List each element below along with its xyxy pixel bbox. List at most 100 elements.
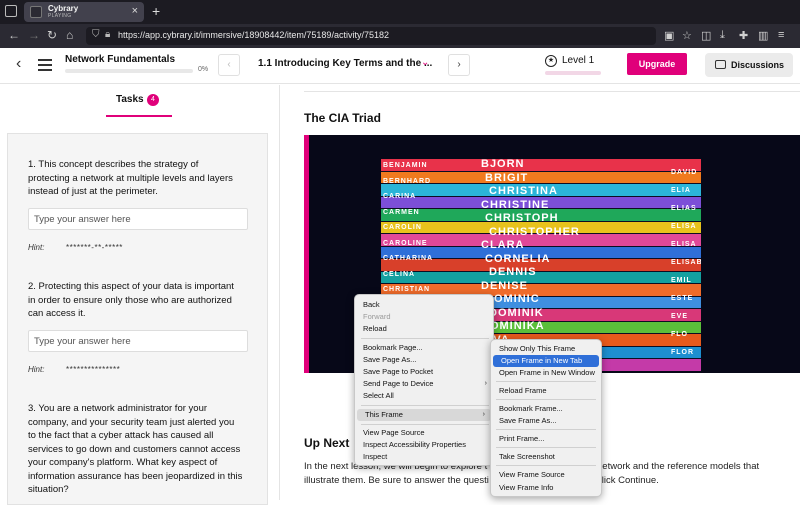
context-menu-item[interactable]: Save Page As... [355,354,493,366]
back-arrow-icon[interactable]: ← [8,28,20,42]
ribbon-name: DOMINIK [489,306,544,319]
context-menu-item[interactable]: View Page Source [355,427,493,439]
tab-tasks[interactable]: Tasks 4 [106,85,172,117]
context-menu-item[interactable]: Back [355,299,493,311]
context-menu: Back Forward Reload Bookmark Page... Save Pa… [354,294,494,466]
menu-icon[interactable]: ≡ [778,29,784,41]
context-menu-item[interactable]: Save Page to Pocket [355,366,493,378]
ribbon-name: CAROLIN [383,224,422,231]
frame-submenu-item[interactable]: Show Only This Frame [491,343,601,355]
frame-submenu-item[interactable]: View Frame Source [491,469,601,481]
chevron-left-icon[interactable]: ‹ [16,55,21,73]
ribbon-band [381,271,701,283]
hamburger-menu-icon[interactable] [38,59,52,71]
forward-arrow-icon[interactable]: → [28,28,40,42]
url-bar[interactable]: ⛉ 🔒︎ https://app.cybrary.it/immersive/18… [86,27,656,45]
menu-separator [496,399,596,400]
up-next-text-line-1b: network and the reference models that [597,461,760,472]
ribbon-name: BERNHARD [383,177,432,185]
sidebar-icon[interactable]: ▥ [758,29,768,42]
context-menu-item[interactable]: Forward [355,311,493,323]
frame-submenu-item[interactable]: Reload Frame [491,385,601,397]
level-label: Level 1 [562,55,595,66]
ribbon-name: ELISA [671,241,697,248]
ribbon-name: CORNELIA [485,252,551,265]
menu-separator [361,405,489,406]
context-menu-item[interactable]: Reload [355,323,493,335]
question-1-text: 1. This concept describes the strategy o… [28,158,253,199]
home-icon[interactable]: ⌂ [66,28,73,42]
hint-value-1: *******-**-***** [66,243,123,252]
frame-submenu: Show Only This Frame Open Frame in New Ta… [490,339,602,497]
extensions-icon[interactable]: ✚ [739,29,748,42]
answer-input-1[interactable] [28,208,248,230]
context-menu-item[interactable]: Inspect [355,451,493,463]
context-menu-item[interactable]: Bookmark Page... [355,342,493,354]
question-line: can access it. [28,308,86,319]
bookmark-star-icon[interactable]: ☆ [682,29,692,42]
tasks-count-badge: 4 [147,94,159,106]
tab-title: Cybrary [48,4,79,13]
chevron-down-icon[interactable]: ⌄ [421,57,429,68]
menu-separator [496,429,596,430]
previous-activity-button[interactable]: ‹ [218,54,240,76]
question-line: 2. Protecting this aspect of your data i… [28,281,234,292]
cybrary-favicon-icon [30,6,42,18]
frame-submenu-item[interactable]: View Frame Info [491,482,601,494]
close-tab-icon[interactable]: × [132,5,138,17]
ribbon-name: CELINA [383,270,416,278]
context-menu-item[interactable]: This Frame › [357,409,491,421]
ribbon-name: CHRISTINE [481,198,550,211]
context-menu-item[interactable]: Inspect Accessibility Properties [355,439,493,451]
pocket-icon[interactable]: ◫ [701,29,711,42]
ribbon-name: BRIGIT [485,171,529,184]
upgrade-button[interactable]: Upgrade [627,53,687,75]
frame-submenu-item[interactable]: Save Frame As... [491,415,601,427]
ribbon-name: EVE [671,313,689,320]
ribbon-name: BENJAMIN [383,162,428,169]
question-line: situation? [28,484,69,495]
url-text[interactable]: https://app.cybrary.it/immersive/1890844… [118,30,389,40]
next-activity-button[interactable]: › [448,54,470,76]
discussions-button[interactable]: Discussions [705,53,793,77]
ribbon-name: CATHARINA [383,255,434,262]
picture-in-picture-icon[interactable]: ▣ [664,29,674,42]
section-title: The CIA Triad [304,111,381,125]
hint-value-2: *************** [66,365,121,374]
frame-submenu-item[interactable]: Bookmark Frame... [491,403,601,415]
question-line: services to go down and customers cannot… [28,443,241,455]
level-star-icon: ★ [545,55,557,67]
context-menu-item[interactable]: Select All [355,390,493,402]
ribbon-name: CARINA [383,193,417,200]
activity-title[interactable]: 1.1 Introducing Key Terms and the ... [258,58,432,69]
answer-input-2[interactable] [28,330,248,352]
tab-overview-icon[interactable] [5,5,17,17]
browser-tab-strip: Cybrary PLAYING × + [0,0,800,24]
ribbon-name: EMIL [671,277,692,284]
frame-submenu-item[interactable]: Open Frame in New Window [491,367,601,379]
ribbon-name: ELIAS [671,205,697,212]
chat-bubble-icon [715,60,726,69]
shield-icon[interactable]: ⛉ [92,29,100,40]
discussions-label: Discussions [731,60,785,70]
menu-separator [361,424,489,425]
frame-submenu-item[interactable]: Open Frame in New Tab [493,355,599,367]
hint-label: Hint: [28,365,45,374]
task-panel: 1. This concept describes the strategy o… [7,133,268,505]
menu-separator [361,338,489,339]
ribbon-name: CAROLINE [383,239,428,247]
frame-submenu-item[interactable]: Print Frame... [491,433,601,445]
frame-submenu-item[interactable]: Take Screenshot [491,451,601,463]
reload-icon[interactable]: ↻ [47,28,57,42]
lock-icon[interactable]: 🔒︎ [105,29,110,40]
browser-toolbar: ← → ↻ ⌂ ⛉ 🔒︎ https://app.cybrary.it/imme… [0,24,800,48]
new-tab-icon[interactable]: + [152,3,160,19]
context-menu-item[interactable]: Send Page to Device › [355,378,493,390]
ribbon-name: CLARA [481,239,525,251]
submenu-arrow-icon: › [482,411,485,418]
ribbon-name: CHRISTOPHER [489,225,580,238]
ribbon-name: ELISAB [671,259,701,266]
downloads-icon[interactable]: ⤓ [720,29,725,42]
browser-tab-cybrary[interactable]: Cybrary PLAYING × [24,2,144,22]
up-next-text-line-2a: illustrate them. Be sure to answer the q… [304,475,489,486]
